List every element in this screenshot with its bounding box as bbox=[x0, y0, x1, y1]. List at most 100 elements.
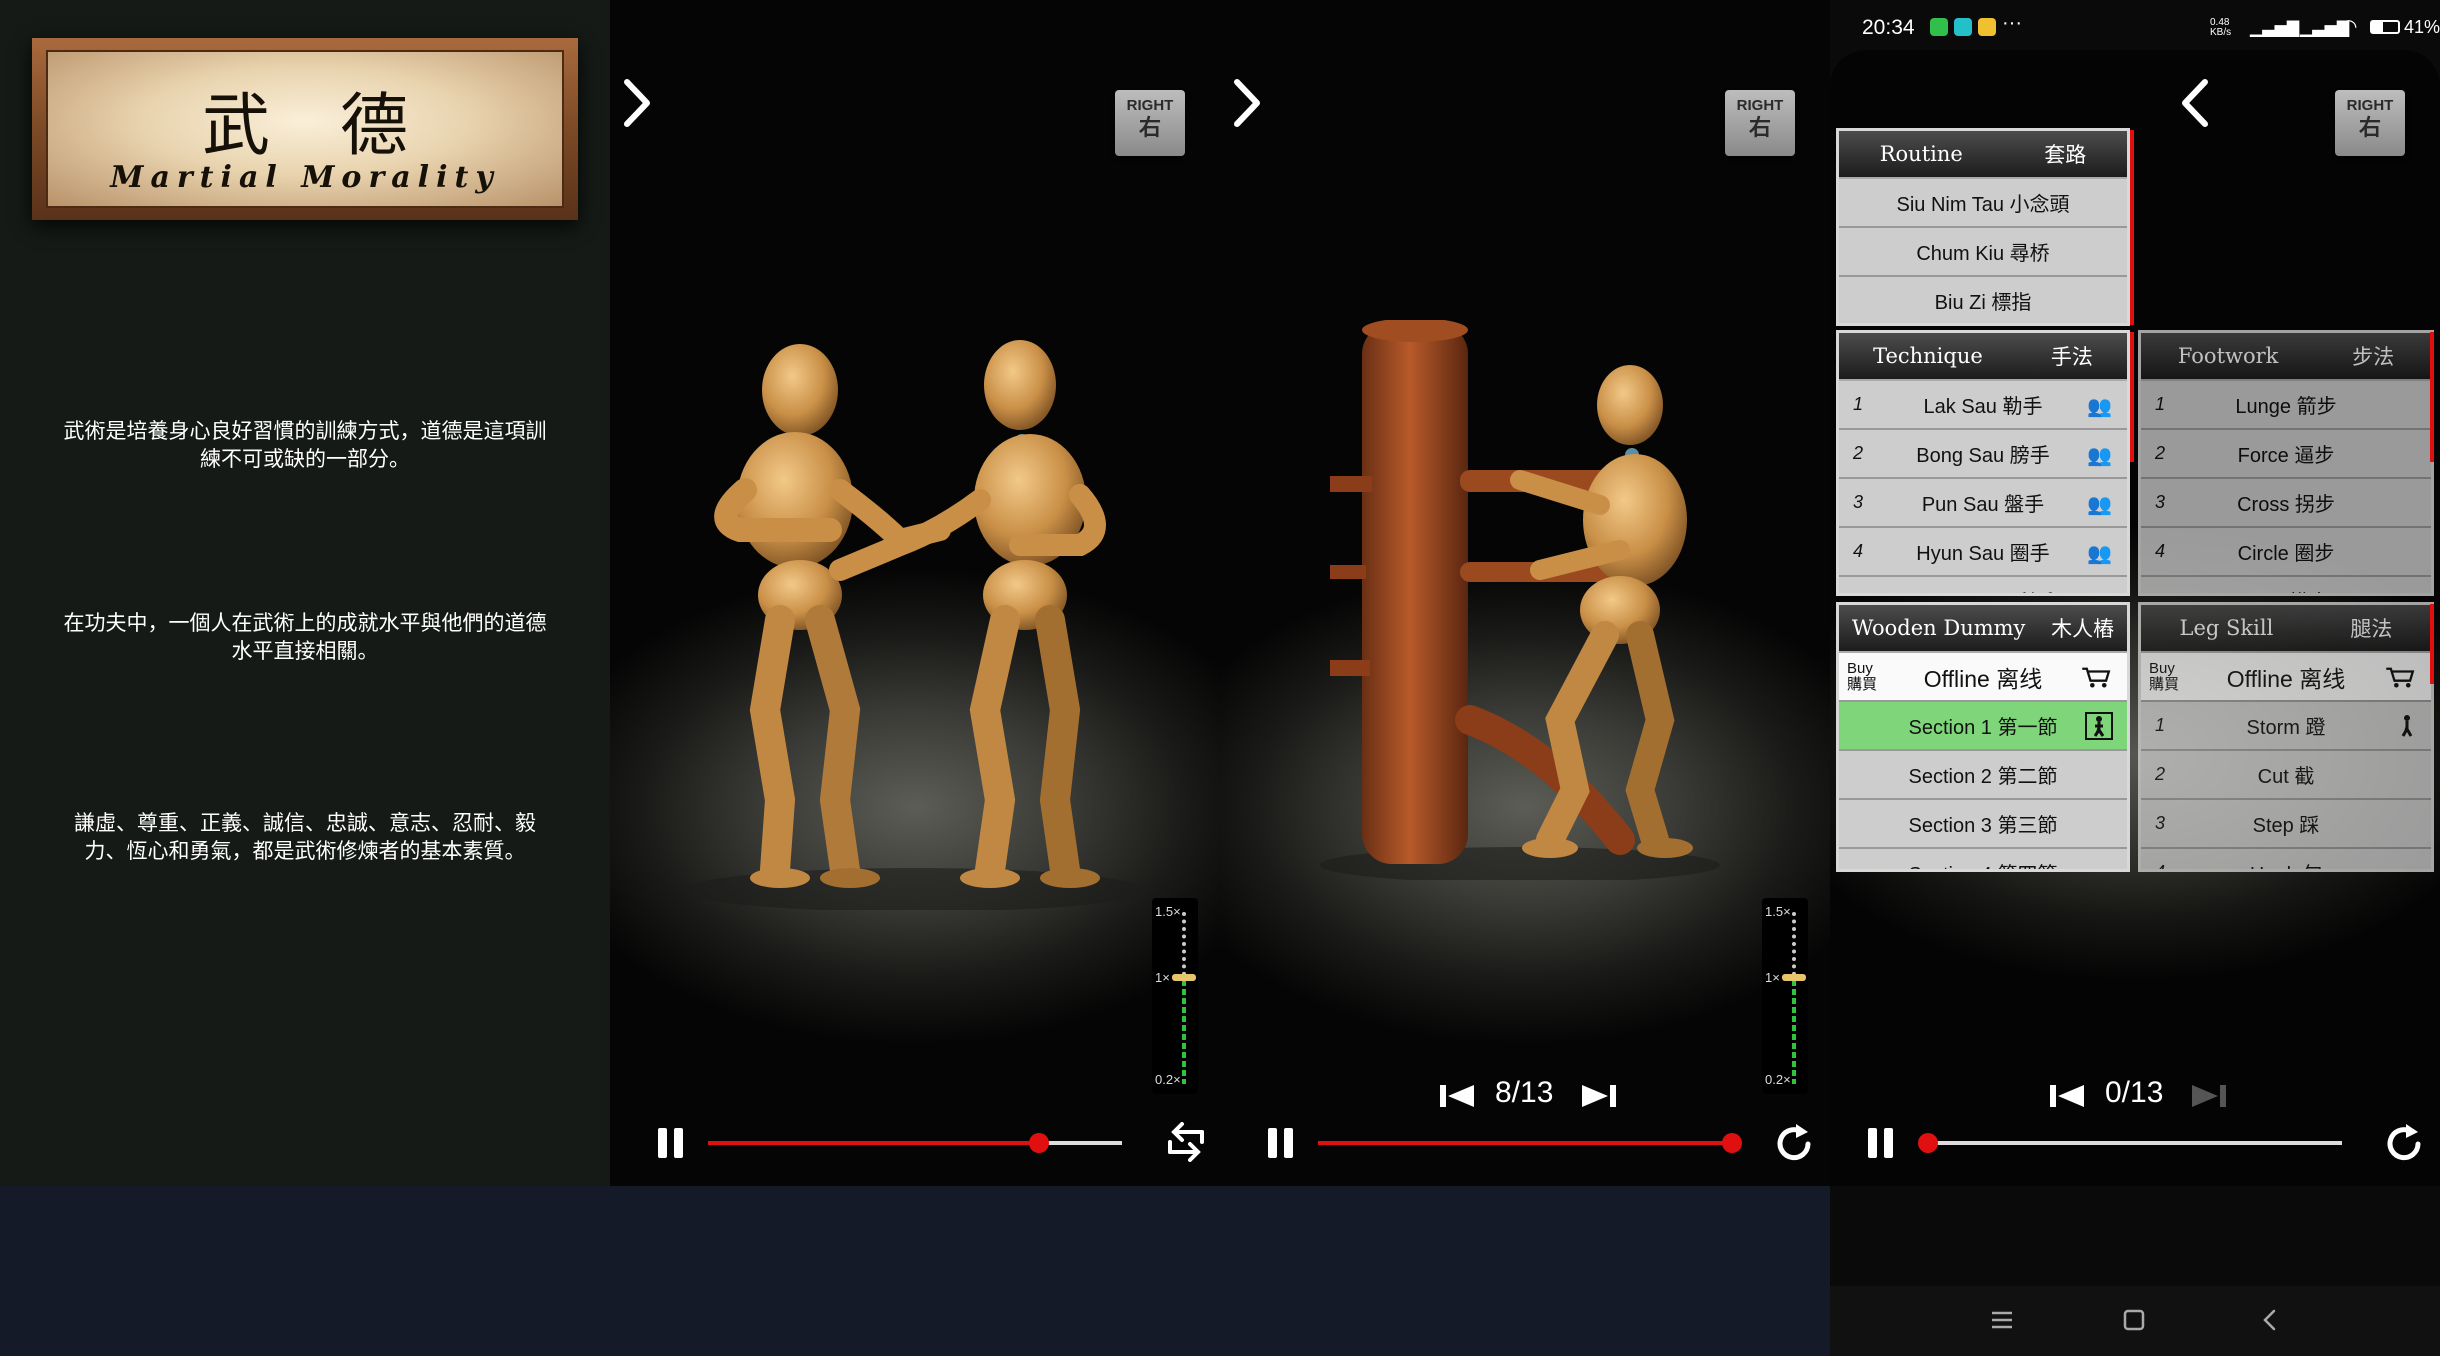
plaque-chinese-title: 武德 bbox=[201, 87, 478, 166]
cart-icon[interactable] bbox=[2079, 666, 2113, 688]
footwork-item[interactable]: 4 Circle 圈步 bbox=[2141, 528, 2431, 577]
technique-item[interactable]: 2 Bong Sau 膀手 👥 bbox=[1839, 430, 2127, 479]
background-fill bbox=[0, 1186, 1830, 1356]
right-side-button[interactable]: RIGHT 右 bbox=[1725, 90, 1795, 156]
right-button-en: RIGHT bbox=[2346, 97, 2394, 114]
buy-offline-row[interactable]: Buy 購買 Offline 离线 bbox=[1839, 653, 2127, 702]
right-button-en: RIGHT bbox=[1126, 97, 1174, 114]
leg-skill-item[interactable]: 4Hook 勾 bbox=[2141, 849, 2431, 869]
right-button-en: RIGHT bbox=[1736, 97, 1784, 114]
wooden-dummy-menu: Wooden Dummy 木人樁 Buy 購買 Offline 离线 Section… bbox=[1836, 602, 2130, 872]
right-button-cn: 右 bbox=[2358, 115, 2381, 140]
dummy-section-item[interactable]: Section 3 第三節 bbox=[1839, 800, 2127, 849]
right-button-cn: 右 bbox=[1138, 115, 1161, 140]
skip-previous-icon[interactable] bbox=[1440, 1083, 1476, 1109]
partner-icon: 👥 bbox=[2087, 444, 2112, 467]
battery-icon bbox=[2370, 20, 2400, 34]
menu-icon[interactable] bbox=[1990, 1308, 2014, 1332]
footwork-item[interactable]: 2 Force 逼步 bbox=[2141, 430, 2431, 479]
status-time: 20:34 bbox=[1862, 16, 1915, 39]
chevron-right-icon[interactable] bbox=[1232, 78, 1262, 128]
leg-skill-item[interactable]: 3 Step 踩 bbox=[2141, 800, 2431, 849]
speed-max-label: 1.5× bbox=[1765, 904, 1791, 919]
pause-button[interactable] bbox=[1866, 1128, 1896, 1158]
skip-next-icon[interactable] bbox=[2190, 1083, 2226, 1109]
partner-icon: 👥 bbox=[2087, 542, 2112, 565]
footwork-item[interactable]: 5Side 横步 bbox=[2141, 577, 2431, 593]
more-notifications-icon: ··· bbox=[2002, 12, 2022, 34]
skip-next-icon[interactable] bbox=[1580, 1083, 1616, 1109]
battery-level: 41% bbox=[2404, 17, 2440, 37]
signal-icon: ▁▃▅▇ bbox=[2250, 20, 2300, 37]
morality-panel: 武德 Martial Morality 武術是培養身心良好習慣的訓練方式，道德是… bbox=[0, 0, 610, 1186]
footwork-item[interactable]: 3 Cross 拐步 bbox=[2141, 479, 2431, 528]
cart-icon[interactable] bbox=[2383, 666, 2417, 688]
right-side-button[interactable]: RIGHT 右 bbox=[2335, 90, 2405, 156]
speed-min-label: 0.2× bbox=[1155, 1072, 1181, 1087]
paragraph-2: 在功夫中，一個人在武術上的成就水平與他們的道德水平直接相關。 bbox=[63, 612, 547, 663]
technique-item[interactable]: 1 Lak Sau 勒手 👥 bbox=[1839, 381, 2127, 430]
swap-arrows-icon[interactable] bbox=[1164, 1122, 1208, 1162]
technique-menu: Technique 手法 1 Lak Sau 勒手 👥 2 Bong Sau 膀手 👥 3… bbox=[1836, 330, 2130, 596]
footwork-item[interactable]: 1 Lunge 箭步 bbox=[2141, 381, 2431, 430]
chevron-left-icon[interactable] bbox=[2180, 78, 2210, 128]
wooden-dummy-illustration bbox=[1320, 320, 1720, 880]
right-side-button[interactable]: RIGHT 右 bbox=[1115, 90, 1185, 156]
paragraph-1: 武術是培養身心良好習慣的訓練方式，道德是這項訓練不可或缺的一部分。 bbox=[63, 420, 547, 471]
footwork-header: Footwork 步法 bbox=[2141, 333, 2431, 381]
technique-item[interactable]: 5Gwoot Sau 刮手👥 bbox=[1839, 577, 2127, 594]
wifi-icon: ◠ bbox=[2340, 16, 2358, 38]
replay-icon[interactable] bbox=[2384, 1124, 2424, 1164]
step-counter: 0/13 bbox=[2105, 1076, 2164, 1109]
sparring-view-panel: RIGHT 右 1.5× 1× 0.2× bbox=[610, 0, 1220, 1186]
paragraph-3: 謙虛、尊重、正義、誠信、忠誠、意志、忍耐、毅力、恆心和勇氣，都是武術修煉者的基本… bbox=[74, 812, 536, 863]
chevron-right-icon[interactable] bbox=[622, 78, 652, 128]
seek-bar-3[interactable] bbox=[1318, 1133, 1742, 1153]
technique-header: Technique 手法 bbox=[1839, 333, 2127, 381]
speed-handle[interactable] bbox=[1782, 974, 1806, 981]
seek-knob[interactable] bbox=[1722, 1133, 1742, 1153]
scroll-indicator[interactable] bbox=[2130, 130, 2134, 325]
leg-skill-menu: Leg Skill 腿法 Buy 購買 Offline 离线 1 Storm 蹬 2C… bbox=[2138, 602, 2434, 872]
seek-bar-4[interactable] bbox=[1918, 1133, 2342, 1153]
speed-mid-label: 1× bbox=[1155, 970, 1170, 985]
system-nav-bar bbox=[1830, 1286, 2440, 1356]
wooden-dummy-header: Wooden Dummy 木人樁 bbox=[1839, 605, 2127, 653]
scroll-indicator[interactable] bbox=[2430, 332, 2434, 462]
seek-knob[interactable] bbox=[1918, 1133, 1938, 1153]
scroll-indicator[interactable] bbox=[2130, 332, 2134, 462]
dummy-section-item[interactable]: Section 4 第四節 bbox=[1839, 849, 2127, 869]
pause-button[interactable] bbox=[656, 1128, 686, 1158]
speed-max-label: 1.5× bbox=[1155, 904, 1181, 919]
leg-skill-header: Leg Skill 腿法 bbox=[2141, 605, 2431, 653]
routine-item[interactable]: Chum Kiu 尋桥 bbox=[1839, 228, 2127, 277]
routine-item[interactable]: Biu Zi 標指 bbox=[1839, 277, 2127, 323]
scroll-indicator[interactable] bbox=[2430, 604, 2434, 684]
technique-item[interactable]: 3 Pun Sau 盤手 👥 bbox=[1839, 479, 2127, 528]
right-button-cn: 右 bbox=[1748, 115, 1771, 140]
partner-icon: 👥 bbox=[2087, 590, 2113, 594]
seek-bar-2[interactable] bbox=[708, 1133, 1122, 1153]
speed-slider[interactable]: 1.5× 1× 0.2× bbox=[1152, 898, 1198, 1094]
menu-panel: 20:34 ··· 0.48 KB/s ▁▃▅▇ ▁▃▅▇ ◠ 41% RIGH… bbox=[1830, 0, 2440, 1356]
seek-knob[interactable] bbox=[1029, 1133, 1050, 1153]
speed-slider[interactable]: 1.5× 1× 0.2× bbox=[1762, 898, 1808, 1094]
dummy-section-item[interactable]: Section 2 第二節 bbox=[1839, 751, 2127, 800]
two-figures-illustration bbox=[685, 340, 1145, 910]
leg-skill-item[interactable]: 2 Cut 截 bbox=[2141, 751, 2431, 800]
back-icon[interactable] bbox=[2258, 1308, 2282, 1332]
seek-fill bbox=[1318, 1141, 1732, 1145]
speed-handle[interactable] bbox=[1172, 974, 1196, 981]
replay-icon[interactable] bbox=[1774, 1124, 1814, 1164]
home-icon[interactable] bbox=[2122, 1308, 2146, 1332]
routine-item[interactable]: Siu Nim Tau 小念頭 bbox=[1839, 179, 2127, 228]
skip-previous-icon[interactable] bbox=[2050, 1083, 2086, 1109]
speed-min-label: 0.2× bbox=[1765, 1072, 1791, 1087]
dummy-section-item[interactable]: Section 1 第一節 bbox=[1839, 702, 2127, 751]
buy-offline-row[interactable]: Buy 購買 Offline 离线 bbox=[2141, 653, 2431, 702]
walking-figure-icon bbox=[2401, 714, 2413, 737]
leg-skill-item[interactable]: 1 Storm 蹬 bbox=[2141, 702, 2431, 751]
pause-button[interactable] bbox=[1266, 1128, 1296, 1158]
technique-item[interactable]: 4 Hyun Sau 圈手 👥 bbox=[1839, 528, 2127, 577]
martial-morality-plaque: 武德 Martial Morality bbox=[32, 38, 578, 220]
